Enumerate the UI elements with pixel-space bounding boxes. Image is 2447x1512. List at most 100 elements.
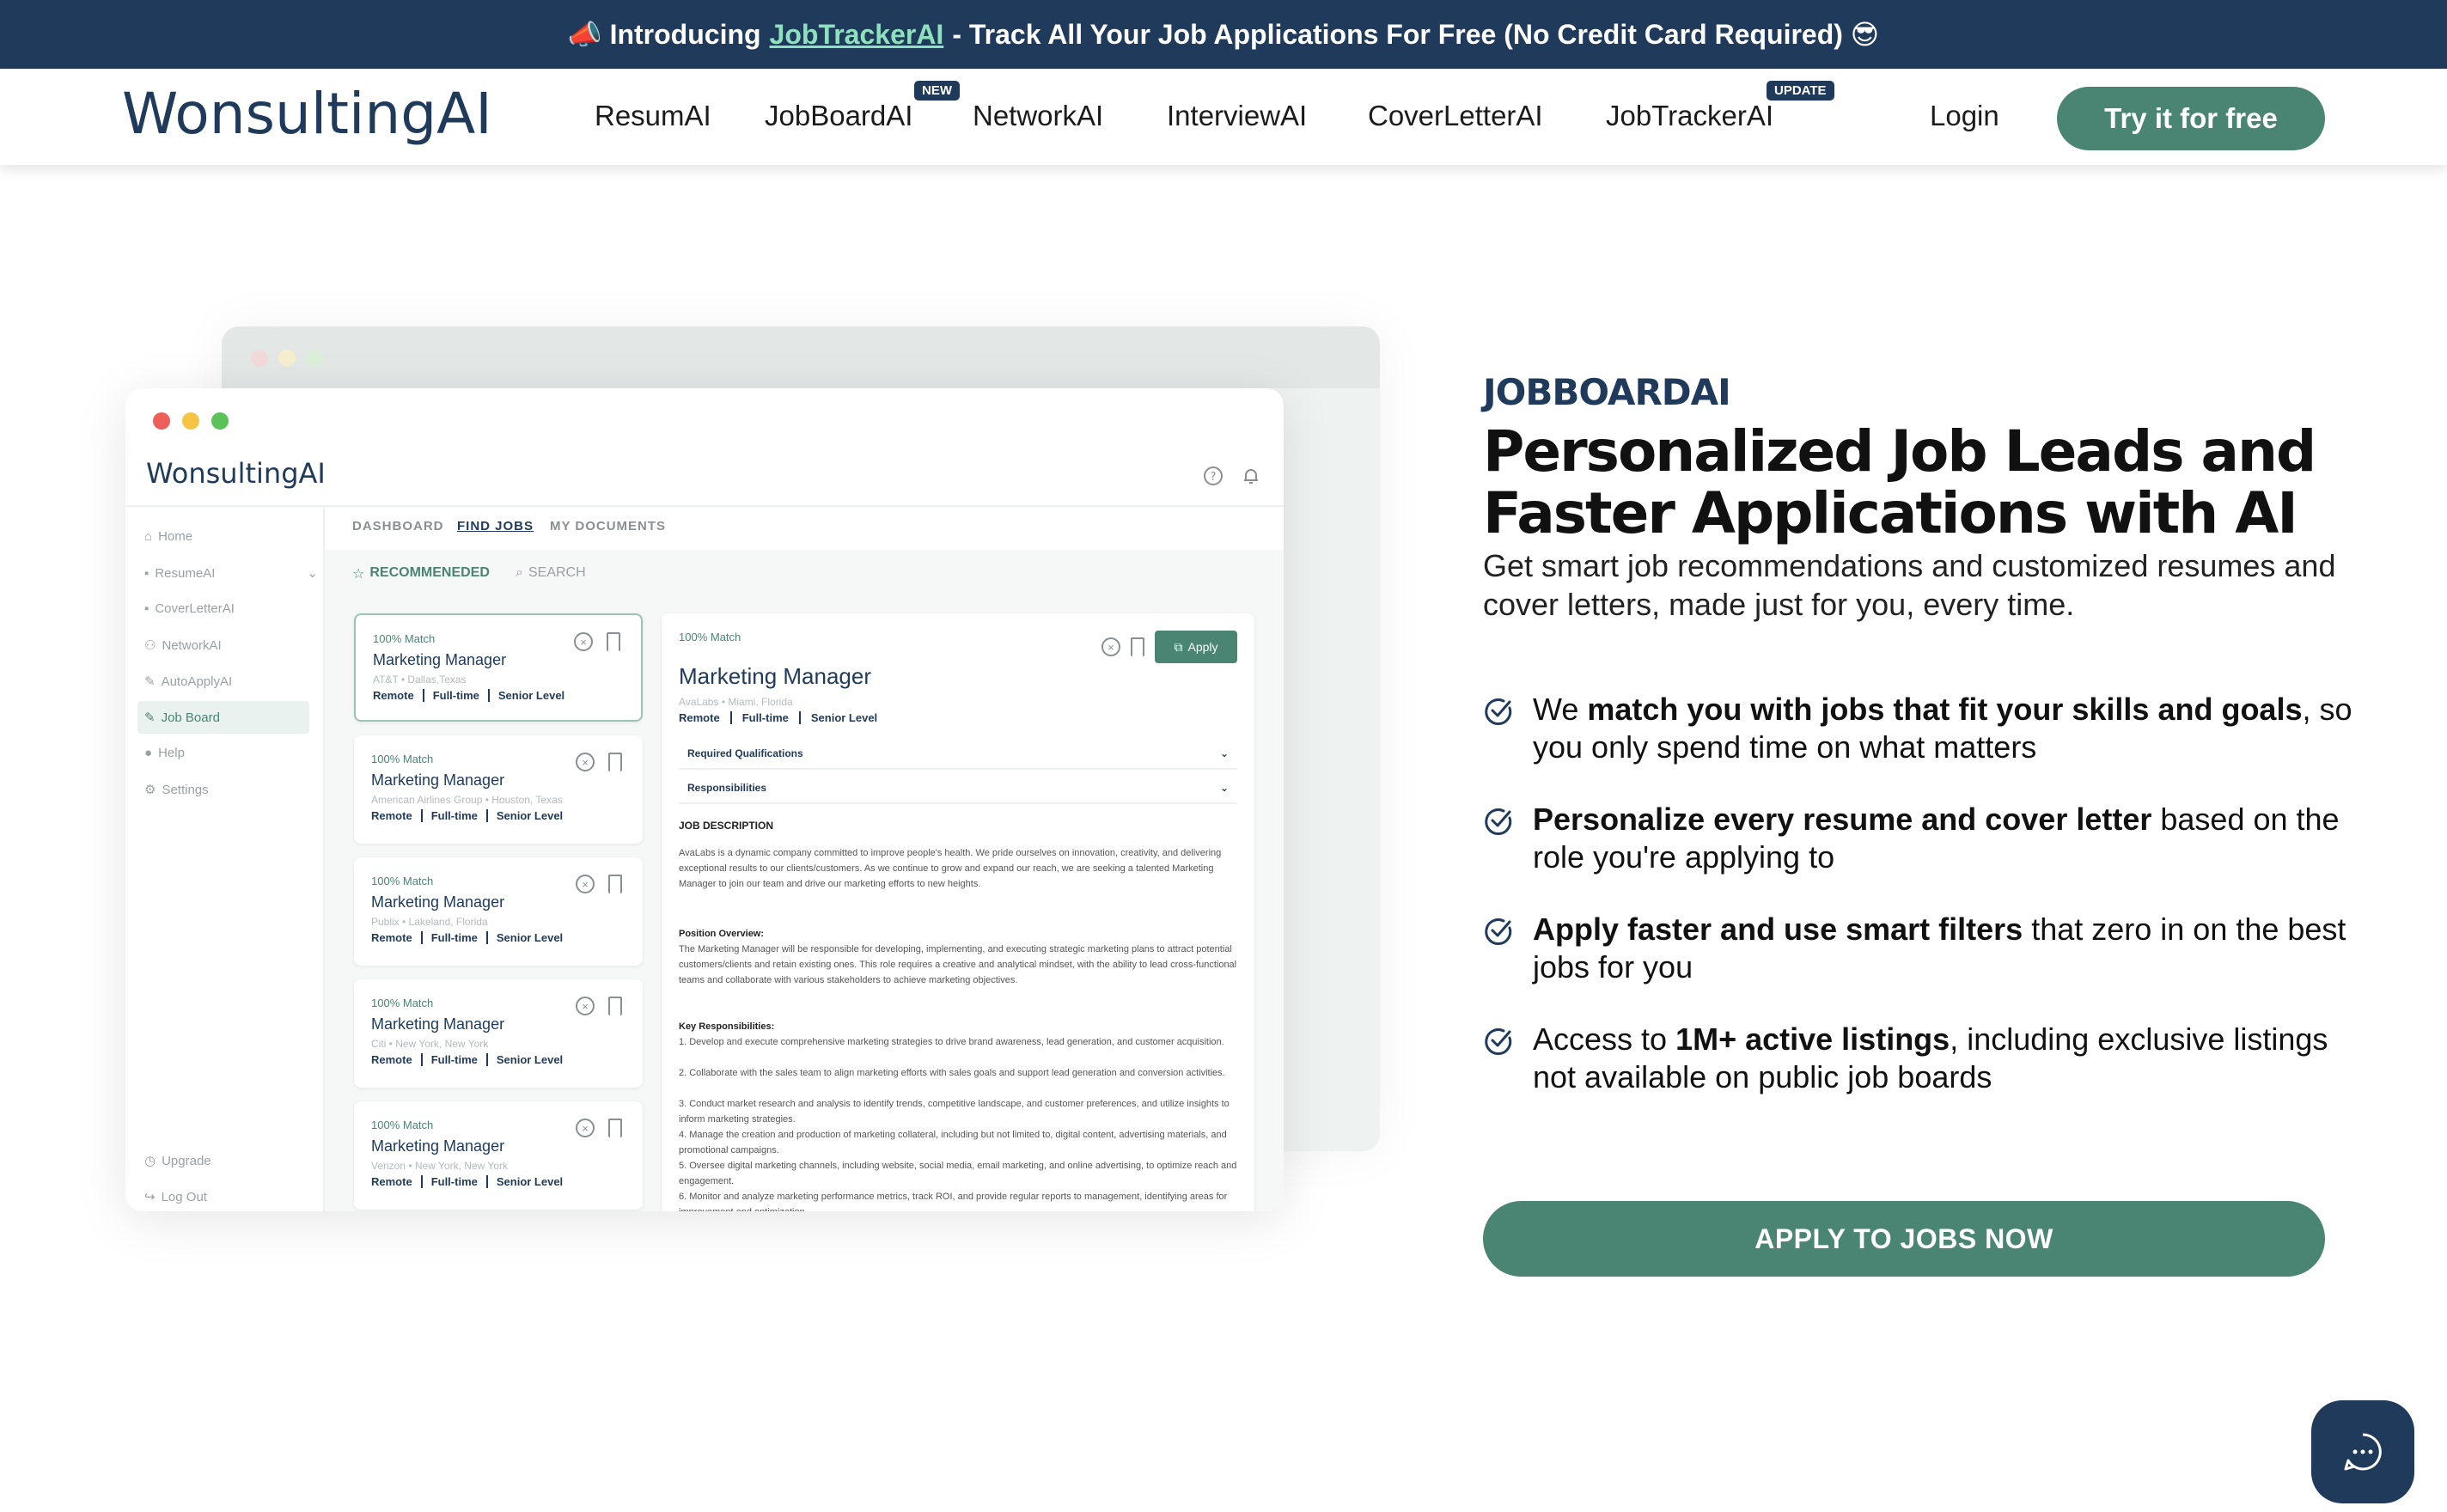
- company-location: Citi • New York, New York: [371, 1038, 489, 1050]
- job-card[interactable]: 100% Match Marketing Manager Publix • La…: [354, 857, 643, 966]
- bookmark-icon[interactable]: [1131, 637, 1144, 656]
- match-label: 100% Match: [371, 997, 434, 1009]
- help-icon: ●: [144, 746, 153, 760]
- banner-suffix: - Track All Your Job Applications For Fr…: [952, 19, 1880, 50]
- pen-icon: ✎: [144, 674, 156, 689]
- sidebar-item-logout[interactable]: ↪ Log Out: [144, 1189, 207, 1205]
- apply-button[interactable]: ⧉ Apply: [1155, 631, 1237, 663]
- subtab-label: SEARCH: [528, 565, 586, 580]
- window-max-dot[interactable]: [211, 412, 229, 430]
- resp-item: 6. Monitor and analyze marketing perform…: [679, 1192, 1228, 1211]
- resp-item: 5. Oversee digital marketing channels, i…: [679, 1161, 1237, 1186]
- feature-bold: Personalize every resume and cover lette…: [1533, 802, 2152, 837]
- close-circle-icon[interactable]: ×: [576, 753, 595, 771]
- overview-heading: Position Overview:: [679, 929, 765, 939]
- sidebar-label: Log Out: [161, 1189, 207, 1204]
- tag: Remote: [371, 931, 412, 944]
- banner-prefix: 📣 Introducing: [567, 19, 761, 50]
- sidebar-item-home[interactable]: ⌂ Home: [144, 529, 192, 544]
- banner-link[interactable]: JobTrackerAI: [770, 19, 944, 51]
- tab-my-documents[interactable]: MY DOCUMENTS: [550, 519, 666, 533]
- bookmark-icon[interactable]: [608, 997, 622, 1015]
- responsibilities-accordion[interactable]: Responsibilities ⌄: [679, 775, 1237, 804]
- nav-link-coverletterai[interactable]: CoverLetterAI: [1368, 100, 1543, 132]
- tag: Full-time: [420, 1175, 478, 1188]
- feature-item: Apply faster and use smart filters that …: [1483, 911, 2359, 986]
- sidebar-item-job-board[interactable]: ✎ Job Board: [144, 710, 220, 726]
- chat-icon: [2344, 1433, 2382, 1471]
- nav-link-interviewai[interactable]: InterviewAI: [1167, 100, 1307, 132]
- check-circle-icon: [1485, 918, 1512, 945]
- bookmark-icon[interactable]: [607, 632, 620, 651]
- job-title: Marketing Manager: [371, 1015, 505, 1033]
- tag: Remote: [373, 689, 414, 702]
- nav-link-jobtrackerai[interactable]: JobTrackerAI: [1606, 100, 1773, 132]
- sidebar-item-settings[interactable]: ⚙ Settings: [144, 782, 209, 798]
- job-tags: Remote Full-time Senior Level: [371, 931, 563, 944]
- nav-link-networkai[interactable]: NetworkAI: [973, 100, 1103, 132]
- job-card[interactable]: 100% Match Marketing Manager AT&T • Dall…: [354, 613, 643, 722]
- tag: Senior Level: [485, 1053, 563, 1066]
- company-location: Publix • Lakeland, Florida: [371, 916, 488, 928]
- help-icon[interactable]: ?: [1203, 466, 1224, 486]
- bookmark-icon[interactable]: [608, 753, 622, 771]
- star-icon: ☆: [352, 567, 365, 582]
- sidebar-item-networkai[interactable]: ⚇ NetworkAI: [144, 637, 222, 654]
- tab-find-jobs[interactable]: FIND JOBS: [457, 519, 534, 533]
- bookmark-icon[interactable]: [608, 1119, 622, 1137]
- bell-icon[interactable]: [1241, 466, 1261, 486]
- announcement-banner: 📣 Introducing JobTrackerAI - Track All Y…: [0, 0, 2447, 69]
- window-min-dot[interactable]: [182, 412, 199, 430]
- svg-text:?: ?: [1211, 471, 1217, 484]
- tag: Remote: [371, 1175, 412, 1188]
- brand-logo[interactable]: WonsultingAI: [122, 81, 492, 147]
- qualifications-accordion[interactable]: Required Qualifications ⌄: [679, 741, 1237, 770]
- sidebar-item-help[interactable]: ● Help: [144, 746, 185, 760]
- feature-text: Access to 1M+ active listings, including…: [1533, 1021, 2359, 1096]
- detail-job-title: Marketing Manager: [679, 663, 871, 689]
- accordion-label: Required Qualifications: [687, 747, 803, 759]
- tag: Senior Level: [487, 689, 564, 702]
- close-circle-icon[interactable]: ×: [576, 1119, 595, 1137]
- feature-text: We match you with jobs that fit your ski…: [1533, 691, 2359, 766]
- close-circle-icon[interactable]: ×: [576, 875, 595, 893]
- home-icon: ⌂: [144, 529, 153, 544]
- tab-dashboard[interactable]: DASHBOARD: [352, 519, 444, 533]
- bookmark-icon[interactable]: [608, 875, 622, 893]
- tag: Senior Level: [485, 931, 563, 944]
- subtab-search[interactable]: ⌕ SEARCH: [516, 565, 586, 581]
- subtab-recommended[interactable]: ☆ RECOMMENEDED: [352, 565, 490, 582]
- nav-link-resumai[interactable]: ResumAI: [595, 100, 711, 132]
- sidebar-item-autoapplyai[interactable]: ✎ AutoApplyAI: [144, 674, 232, 690]
- new-badge: NEW: [914, 81, 960, 101]
- check-circle-icon: [1485, 698, 1512, 725]
- job-title: Marketing Manager: [371, 1137, 505, 1155]
- job-title: Marketing Manager: [371, 893, 505, 911]
- login-link[interactable]: Login: [1930, 100, 1999, 132]
- external-link-icon: ⧉: [1174, 639, 1183, 654]
- close-circle-icon[interactable]: ×: [576, 997, 595, 1015]
- logout-icon: ↪: [144, 1190, 156, 1204]
- sidebar-label: Job Board: [161, 710, 220, 725]
- sidebar-item-resumeai[interactable]: ▪ ResumeAI ⌄: [144, 565, 318, 582]
- nav-link-jobboardai[interactable]: JobBoardAI: [765, 100, 912, 132]
- job-card[interactable]: 100% Match Marketing Manager Citi • New …: [354, 979, 643, 1088]
- close-circle-icon[interactable]: ×: [574, 632, 593, 651]
- job-tags: Remote Full-time Senior Level: [373, 689, 564, 702]
- job-card[interactable]: 100% Match Marketing Manager Verizon • N…: [354, 1101, 643, 1210]
- people-icon: ⚇: [144, 638, 156, 653]
- back-min-dot: [278, 350, 296, 367]
- sidebar-item-upgrade[interactable]: ◷ Upgrade: [144, 1153, 211, 1169]
- window-close-dot[interactable]: [153, 412, 170, 430]
- mockup-logo: WonsultingAI: [146, 457, 326, 490]
- document-icon: ▪: [144, 565, 150, 581]
- job-card[interactable]: 100% Match Marketing Manager American Ai…: [354, 735, 643, 844]
- sidebar-item-coverletterai[interactable]: ▪ CoverLetterAI: [144, 601, 235, 616]
- match-label: 100% Match: [371, 753, 434, 765]
- feature-bold: Apply faster and use smart filters: [1533, 911, 2023, 947]
- feature-text: Personalize every resume and cover lette…: [1533, 801, 2359, 876]
- try-free-button[interactable]: Try it for free: [2057, 87, 2325, 150]
- close-circle-icon[interactable]: ×: [1101, 637, 1120, 656]
- chat-widget-button[interactable]: [2311, 1400, 2414, 1503]
- apply-to-jobs-button[interactable]: APPLY TO JOBS NOW: [1483, 1201, 2325, 1277]
